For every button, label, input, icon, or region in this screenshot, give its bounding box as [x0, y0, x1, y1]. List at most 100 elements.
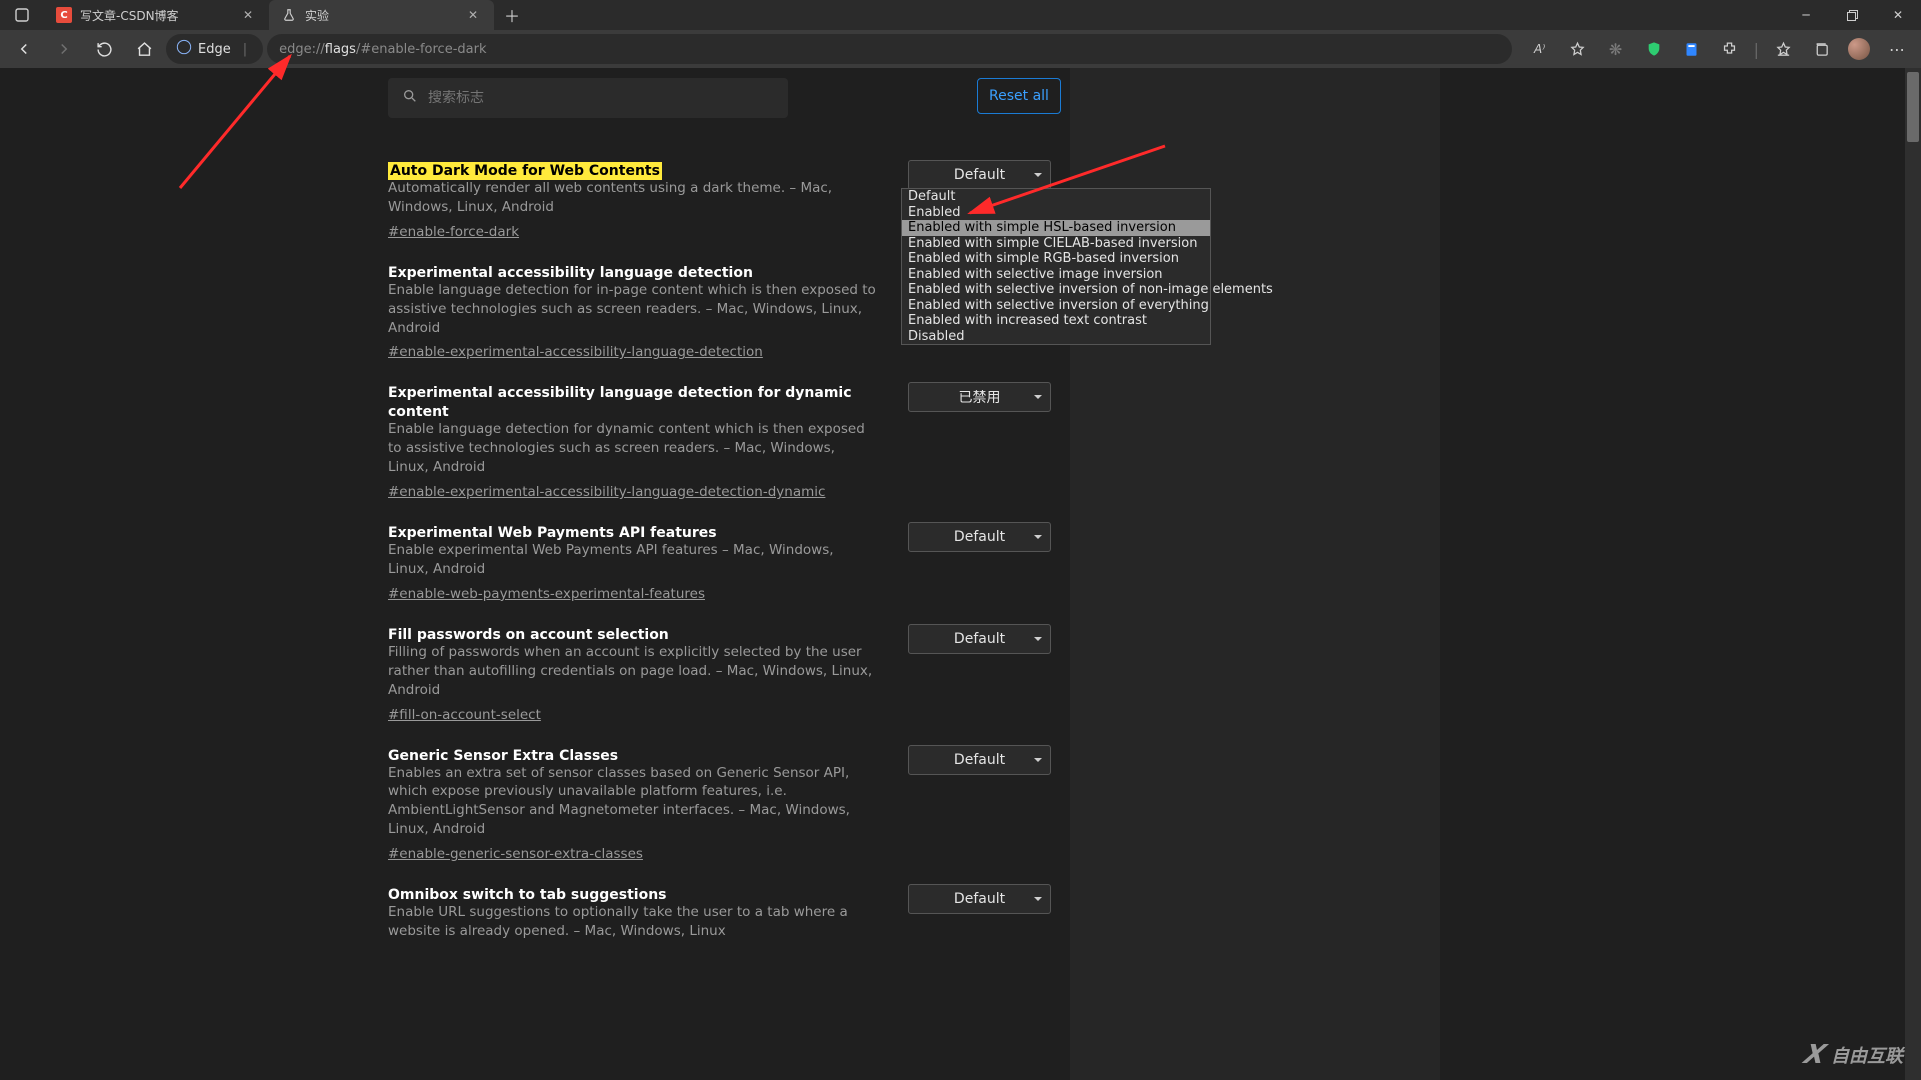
- flag-title: Generic Sensor Extra Classes: [388, 745, 878, 764]
- shield-icon[interactable]: ❋: [1598, 34, 1634, 64]
- flag-title: Fill passwords on account selection: [388, 624, 878, 643]
- home-button[interactable]: [126, 34, 162, 64]
- flag-select[interactable]: Default: [908, 745, 1051, 775]
- csdn-favicon-icon: C: [56, 7, 72, 23]
- flag-value-dropdown[interactable]: DefaultEnabledEnabled with simple HSL-ba…: [901, 188, 1211, 345]
- toolbar-right-icons: A⁾ ❋ | ⋯: [1522, 34, 1915, 64]
- flag-title: Auto Dark Mode for Web Contents: [388, 160, 878, 179]
- search-flags-input[interactable]: [388, 78, 788, 118]
- flag-select[interactable]: Default: [908, 624, 1051, 654]
- flag-description: Automatically render all web contents us…: [388, 179, 878, 217]
- dropdown-option[interactable]: Enabled with selective inversion of ever…: [902, 298, 1210, 314]
- flag-anchor-link[interactable]: #enable-force-dark: [388, 224, 519, 240]
- scrollbar[interactable]: [1905, 68, 1921, 1080]
- flag-item: Omnibox switch to tab suggestionsEnable …: [369, 870, 1070, 953]
- tab-title: 实验: [305, 7, 329, 24]
- dropdown-option[interactable]: Default: [902, 189, 1210, 205]
- forward-button[interactable]: [46, 34, 82, 64]
- close-window-button[interactable]: ✕: [1875, 0, 1921, 30]
- flag-text: Fill passwords on account selectionFilli…: [388, 624, 898, 723]
- dropdown-option[interactable]: Disabled: [902, 329, 1210, 345]
- dropdown-option[interactable]: Enabled with simple CIELAB-based inversi…: [902, 236, 1210, 252]
- tab-title: 写文章-CSDN博客: [80, 7, 179, 24]
- collections-icon[interactable]: [1803, 34, 1839, 64]
- flag-description: Enables an extra set of sensor classes b…: [388, 764, 878, 840]
- new-tab-button[interactable]: ＋: [494, 0, 530, 30]
- more-menu-icon[interactable]: ⋯: [1879, 34, 1915, 64]
- maximize-button[interactable]: [1829, 0, 1875, 30]
- close-icon[interactable]: ✕: [464, 6, 482, 24]
- close-icon[interactable]: ✕: [239, 6, 257, 24]
- note-extension-icon[interactable]: [1674, 34, 1710, 64]
- dropdown-option[interactable]: Enabled with selective image inversion: [902, 267, 1210, 283]
- site-identity-chip[interactable]: Edge |: [166, 34, 263, 64]
- flag-select[interactable]: 已禁用: [908, 382, 1051, 412]
- flag-title: Experimental accessibility language dete…: [388, 262, 878, 281]
- flag-description: Enable language detection for dynamic co…: [388, 420, 878, 477]
- browser-toolbar: Edge | edge://flags/#enable-force-dark A…: [0, 30, 1921, 68]
- flag-anchor-link[interactable]: #enable-experimental-accessibility-langu…: [388, 484, 825, 500]
- dropdown-option[interactable]: Enabled with simple HSL-based inversion: [902, 220, 1210, 236]
- edge-label: Edge: [198, 42, 231, 57]
- watermark: X 自由互联: [1805, 1040, 1903, 1070]
- dropdown-option[interactable]: Enabled with increased text contrast: [902, 313, 1210, 329]
- flag-description: Enable language detection for in-page co…: [388, 281, 878, 338]
- url-prefix: edge://: [279, 42, 325, 57]
- flag-description: Enable URL suggestions to optionally tak…: [388, 903, 878, 941]
- flag-description: Enable experimental Web Payments API fea…: [388, 541, 878, 579]
- minimize-button[interactable]: ─: [1783, 0, 1829, 30]
- flag-anchor-link[interactable]: #enable-web-payments-experimental-featur…: [388, 586, 705, 602]
- flag-text: Experimental accessibility language dete…: [388, 382, 898, 500]
- tab-overview-button[interactable]: [0, 0, 44, 30]
- separator: |: [1750, 40, 1763, 59]
- url-flags-word: flags: [325, 42, 356, 57]
- edge-logo-icon: [176, 39, 192, 59]
- profile-avatar[interactable]: [1841, 34, 1877, 64]
- flag-text: Experimental Web Payments API featuresEn…: [388, 522, 898, 602]
- titlebar: C 写文章-CSDN博客 ✕ 实验 ✕ ＋ ─ ✕: [0, 0, 1921, 30]
- flag-select[interactable]: Default: [908, 884, 1051, 914]
- flag-select[interactable]: Default: [908, 160, 1051, 190]
- flag-title: Experimental accessibility language dete…: [388, 382, 878, 420]
- flags-page: Auto Dark Mode for Web ContentsAutomatic…: [0, 68, 1921, 1080]
- url-suffix: /#enable-force-dark: [356, 42, 487, 57]
- dropdown-option[interactable]: Enabled with simple RGB-based inversion: [902, 251, 1210, 267]
- reset-all-button[interactable]: Reset all: [977, 78, 1061, 114]
- address-bar[interactable]: edge://flags/#enable-force-dark: [267, 34, 1512, 64]
- flag-title: Omnibox switch to tab suggestions: [388, 884, 878, 903]
- flag-text: Auto Dark Mode for Web ContentsAutomatic…: [388, 160, 898, 240]
- flag-text: Omnibox switch to tab suggestionsEnable …: [388, 884, 898, 945]
- flag-text: Generic Sensor Extra ClassesEnables an e…: [388, 745, 898, 863]
- refresh-button[interactable]: [86, 34, 122, 64]
- flag-item: Generic Sensor Extra ClassesEnables an e…: [369, 731, 1070, 871]
- flag-item: Experimental accessibility language dete…: [369, 368, 1070, 508]
- flag-anchor-link[interactable]: #fill-on-account-select: [388, 707, 541, 723]
- tab-flags[interactable]: 实验 ✕: [269, 0, 494, 30]
- tab-group: C 写文章-CSDN博客 ✕ 实验 ✕ ＋: [0, 0, 530, 30]
- flask-icon: [281, 7, 297, 23]
- back-button[interactable]: [6, 34, 42, 64]
- watermark-text: 自由互联: [1831, 1042, 1903, 1068]
- flag-item: Experimental Web Payments API featuresEn…: [369, 508, 1070, 610]
- adblock-shield-icon[interactable]: [1636, 34, 1672, 64]
- search-icon: [402, 88, 418, 108]
- flag-description: Filling of passwords when an account is …: [388, 643, 878, 700]
- watermark-logo-icon: X: [1801, 1040, 1829, 1070]
- extensions-puzzle-icon[interactable]: [1712, 34, 1748, 64]
- flag-title: Experimental Web Payments API features: [388, 522, 878, 541]
- flag-anchor-link[interactable]: #enable-experimental-accessibility-langu…: [388, 344, 763, 360]
- favorite-star-icon[interactable]: [1560, 34, 1596, 64]
- flag-text: Experimental accessibility language dete…: [388, 262, 898, 361]
- tab-csdn[interactable]: C 写文章-CSDN博客 ✕: [44, 0, 269, 30]
- dropdown-option[interactable]: Enabled with selective inversion of non-…: [902, 282, 1210, 298]
- avatar-icon: [1848, 38, 1870, 60]
- flag-select[interactable]: Default: [908, 522, 1051, 552]
- favorites-hub-icon[interactable]: [1765, 34, 1801, 64]
- separator: |: [237, 42, 253, 57]
- read-aloud-icon[interactable]: A⁾: [1522, 34, 1558, 64]
- scrollbar-thumb[interactable]: [1907, 72, 1919, 142]
- flag-anchor-link[interactable]: #enable-generic-sensor-extra-classes: [388, 846, 643, 862]
- search-field[interactable]: [428, 90, 774, 106]
- flag-item: Fill passwords on account selectionFilli…: [369, 610, 1070, 731]
- dropdown-option[interactable]: Enabled: [902, 205, 1210, 221]
